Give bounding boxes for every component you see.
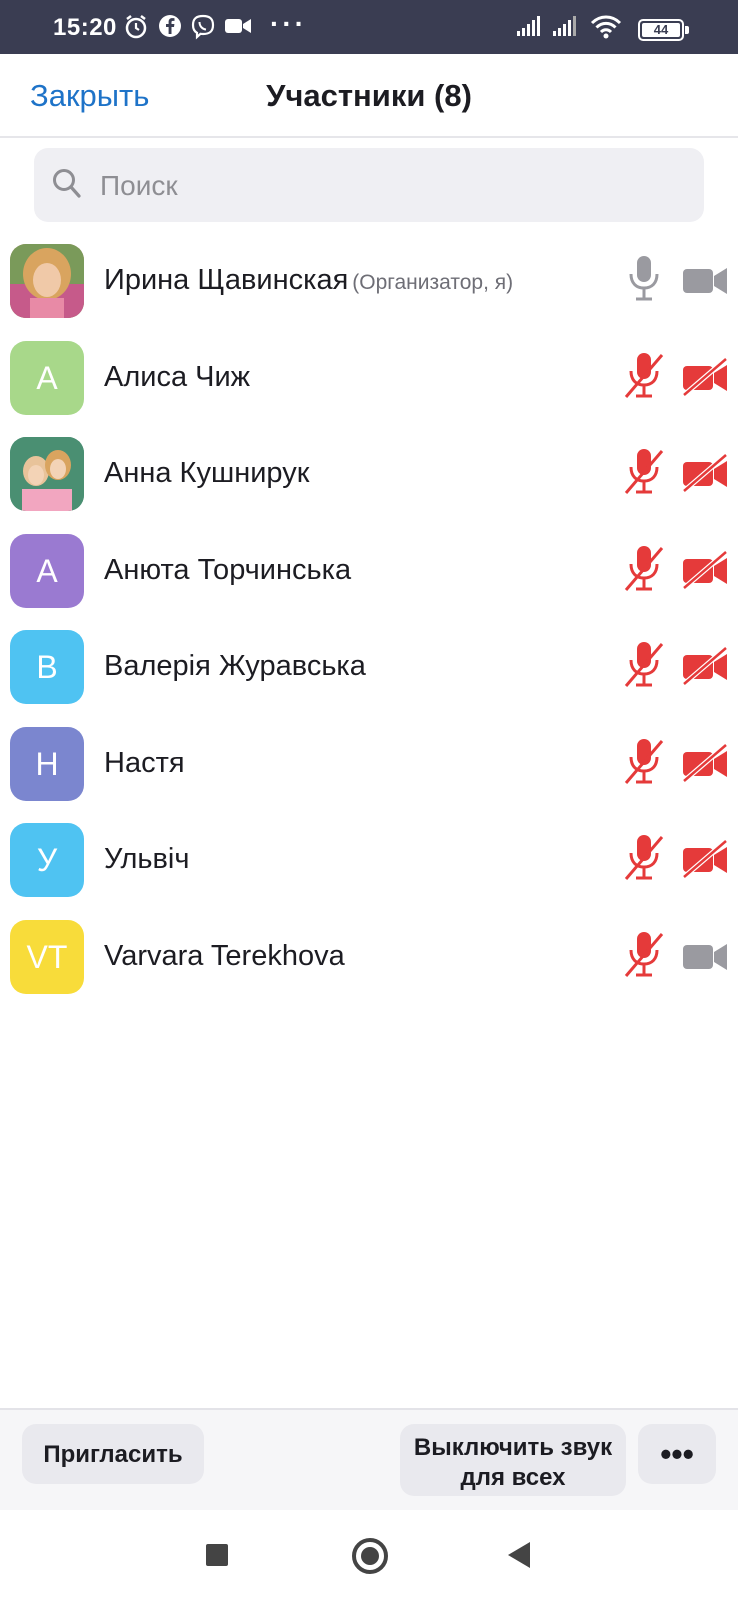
camera-icon[interactable] — [682, 260, 728, 300]
participant-name: Ульвіч — [104, 843, 190, 875]
avatar — [10, 244, 84, 318]
camera-off-icon[interactable] — [682, 646, 728, 686]
participant-row[interactable]: Ирина Щавинская (Организатор, я) — [0, 234, 738, 332]
avatar: Н — [10, 726, 84, 801]
participant-name: Валерія Журавська — [104, 650, 366, 682]
participant-row[interactable]: А Алиса Чиж — [0, 331, 738, 429]
header: Закрыть Участники (8) — [0, 54, 738, 138]
signal-icon — [517, 16, 540, 36]
microphone-muted-icon[interactable] — [624, 544, 664, 594]
microphone-muted-icon[interactable] — [624, 833, 664, 883]
battery-icon: 44 — [638, 19, 689, 41]
invite-button[interactable]: Пригласить — [22, 1424, 204, 1484]
microphone-muted-icon[interactable] — [624, 930, 664, 980]
recent-apps-icon[interactable] — [206, 1544, 228, 1566]
participant-name-container: Настя — [104, 747, 185, 780]
more-options-button[interactable]: ••• — [638, 1424, 716, 1484]
participant-name-container: Анюта Торчинська — [104, 554, 351, 587]
participant-role: (Организатор, я) — [352, 271, 514, 294]
camera-off-icon[interactable] — [682, 453, 728, 493]
avatar: VT — [10, 919, 84, 994]
home-icon[interactable] — [352, 1538, 388, 1574]
avatar — [10, 437, 84, 511]
mute-all-button[interactable]: Выключить звук для всех — [400, 1424, 626, 1496]
participant-name: Анюта Торчинська — [104, 553, 352, 586]
camera-off-icon[interactable] — [682, 742, 728, 783]
facebook-icon — [159, 15, 181, 37]
bottom-toolbar: Пригласить Выключить звук для всех ••• — [0, 1408, 738, 1510]
battery-level: 44 — [642, 23, 680, 37]
video-icon — [225, 19, 251, 33]
more-dots-icon: ··· — [270, 8, 307, 39]
status-bar: 15:20 ··· 44 — [0, 0, 738, 54]
microphone-muted-icon[interactable] — [624, 737, 664, 787]
participant-name: Ирина Щавинская — [104, 264, 349, 296]
participant-row[interactable]: В Валерія Журавська — [0, 620, 738, 718]
microphone-muted-icon[interactable] — [624, 640, 664, 690]
avatar: В — [10, 630, 84, 704]
camera-icon[interactable] — [682, 936, 728, 976]
signal-icon — [553, 16, 576, 36]
participant-row[interactable]: Н Настя — [0, 717, 738, 815]
status-time: 15:20 — [53, 14, 117, 41]
participant-name-container: Анна Кушнирук — [104, 457, 309, 490]
wifi-icon — [590, 15, 622, 39]
system-nav-bar — [0, 1510, 738, 1599]
back-icon[interactable] — [508, 1542, 530, 1568]
participant-name-container: Ульвіч — [104, 843, 189, 876]
participant-name: Алиса Чиж — [104, 360, 251, 393]
participant-row[interactable]: VT Varvara Terekhova — [0, 910, 738, 1008]
camera-off-icon[interactable] — [682, 839, 728, 879]
camera-off-icon[interactable] — [682, 549, 728, 590]
viber-icon — [191, 14, 215, 40]
alarm-icon — [125, 15, 147, 39]
camera-off-icon[interactable] — [682, 356, 728, 397]
avatar: А — [10, 533, 84, 608]
page-title: Участники (8) — [266, 78, 472, 113]
search-box[interactable] — [34, 148, 704, 222]
participant-name-container: Ирина Щавинская (Организатор, я) — [104, 264, 513, 297]
microphone-muted-icon[interactable] — [624, 447, 664, 497]
participant-name-container: Varvara Terekhova — [104, 940, 345, 973]
participant-row[interactable]: У Ульвіч — [0, 813, 738, 911]
search-input[interactable] — [98, 160, 682, 212]
participant-name-container: Валерія Журавська — [104, 650, 366, 683]
participant-row[interactable]: Анна Кушнирук — [0, 427, 738, 525]
participant-name: Анна Кушнирук — [104, 457, 310, 489]
participant-name: Настя — [104, 746, 185, 779]
avatar: У — [10, 823, 84, 897]
microphone-muted-icon[interactable] — [624, 351, 664, 401]
microphone-icon[interactable] — [624, 254, 664, 304]
participant-name: Varvara Terekhova — [104, 939, 345, 972]
participant-name-container: Алиса Чиж — [104, 361, 250, 394]
avatar: А — [10, 340, 84, 415]
search-icon — [53, 169, 81, 198]
participant-row[interactable]: А Анюта Торчинська — [0, 524, 738, 622]
